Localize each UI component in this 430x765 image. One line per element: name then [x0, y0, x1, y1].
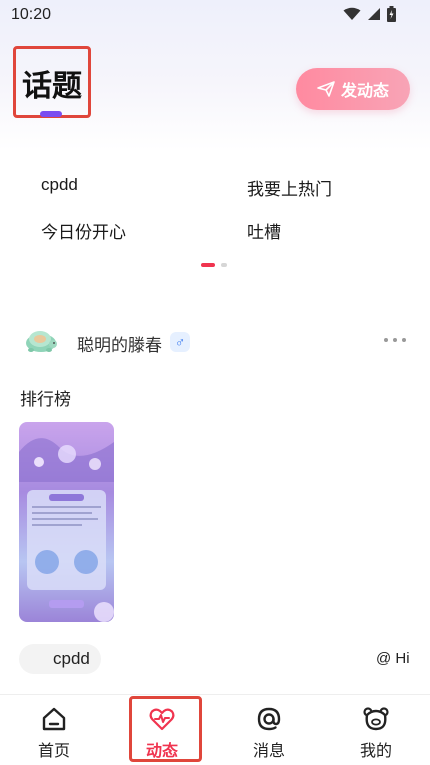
title-underline-indicator — [40, 111, 62, 117]
page-title: 话题 — [22, 69, 82, 104]
topic-item[interactable]: cpdd — [41, 175, 78, 195]
status-icons — [343, 6, 396, 22]
gender-badge: ♂ — [170, 332, 190, 352]
post-text: 排行榜 — [20, 390, 71, 409]
page-dot — [221, 263, 227, 267]
topic-item[interactable]: 吐槽 — [247, 218, 281, 243]
mention-label[interactable]: @ Hi — [376, 650, 410, 667]
status-time: 10:20 — [11, 6, 52, 23]
page-title-highlight: 话题 — [13, 46, 91, 118]
battery-icon — [387, 6, 396, 22]
more-options-icon[interactable] — [384, 338, 406, 342]
page-dot-active — [201, 263, 215, 267]
paper-plane-icon — [317, 81, 335, 97]
bear-face-icon — [363, 707, 389, 731]
post-dynamic-button[interactable]: 发动态 — [296, 68, 410, 110]
nav-item-home[interactable]: 首页 — [14, 695, 94, 761]
nav-label-home: 首页 — [37, 743, 70, 760]
nav-item-mine[interactable]: 我的 — [336, 695, 416, 761]
topic-item[interactable]: 我要上热门 — [247, 175, 332, 200]
post-button-label: 发动态 — [340, 83, 389, 100]
active-tab-highlight — [129, 696, 202, 762]
more-dot — [402, 338, 406, 342]
bottom-navigation: 首页 动态 消息 我的 — [0, 694, 430, 765]
topic-page-indicator — [201, 263, 227, 267]
nav-item-messages[interactable]: 消息 — [229, 695, 309, 761]
signal-icon — [368, 8, 380, 20]
nav-label-messages: 消息 — [252, 743, 285, 760]
topic-item[interactable]: 今日份开心 — [41, 218, 126, 243]
post-topic-tag[interactable]: cpdd — [19, 644, 101, 674]
home-icon — [42, 707, 66, 731]
avatar[interactable] — [22, 322, 60, 360]
post-image[interactable] — [19, 422, 114, 622]
status-bar: 10:20 — [0, 0, 430, 30]
nav-label-mine: 我的 — [359, 743, 392, 760]
more-dot — [384, 338, 388, 342]
more-dot — [393, 338, 397, 342]
username[interactable]: 聪明的滕春 — [77, 331, 162, 356]
at-icon — [257, 707, 281, 731]
wifi-icon — [343, 7, 361, 20]
